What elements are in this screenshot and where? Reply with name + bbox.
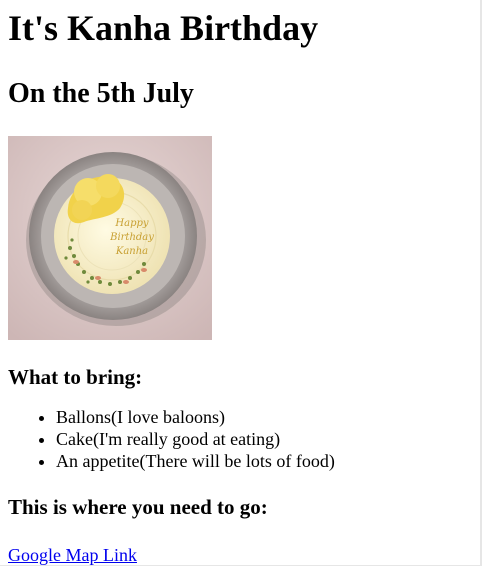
list-item: Ballons(I love baloons) xyxy=(56,406,474,428)
cake-illustration: Happy Birthday Kanha xyxy=(8,136,212,340)
birthday-cake-image: Happy Birthday Kanha xyxy=(8,136,212,340)
where-heading: This is where you need to go: xyxy=(8,495,268,519)
page-title: It's Kanha Birthday xyxy=(8,8,319,48)
google-map-link[interactable]: Google Map Link xyxy=(8,544,137,566)
rasmalai-ball-2 xyxy=(96,174,120,198)
page-content: It's Kanha Birthday On the 5th July Happ… xyxy=(0,0,482,566)
rasmalai-ball-3 xyxy=(72,200,92,220)
cake-inscription-line-1: Happy xyxy=(114,218,148,229)
cake-inscription-line-3: Kanha xyxy=(115,246,148,257)
list-item: Cake(I'm really good at eating) xyxy=(56,428,474,450)
event-date-heading: On the 5th July xyxy=(8,78,194,109)
cake-inscription-line-2: Birthday xyxy=(109,232,154,243)
bring-list: Ballons(I love baloons) Cake(I'm really … xyxy=(8,406,474,472)
bring-heading: What to bring: xyxy=(8,365,143,389)
list-item: An appetite(There will be lots of food) xyxy=(56,450,474,472)
